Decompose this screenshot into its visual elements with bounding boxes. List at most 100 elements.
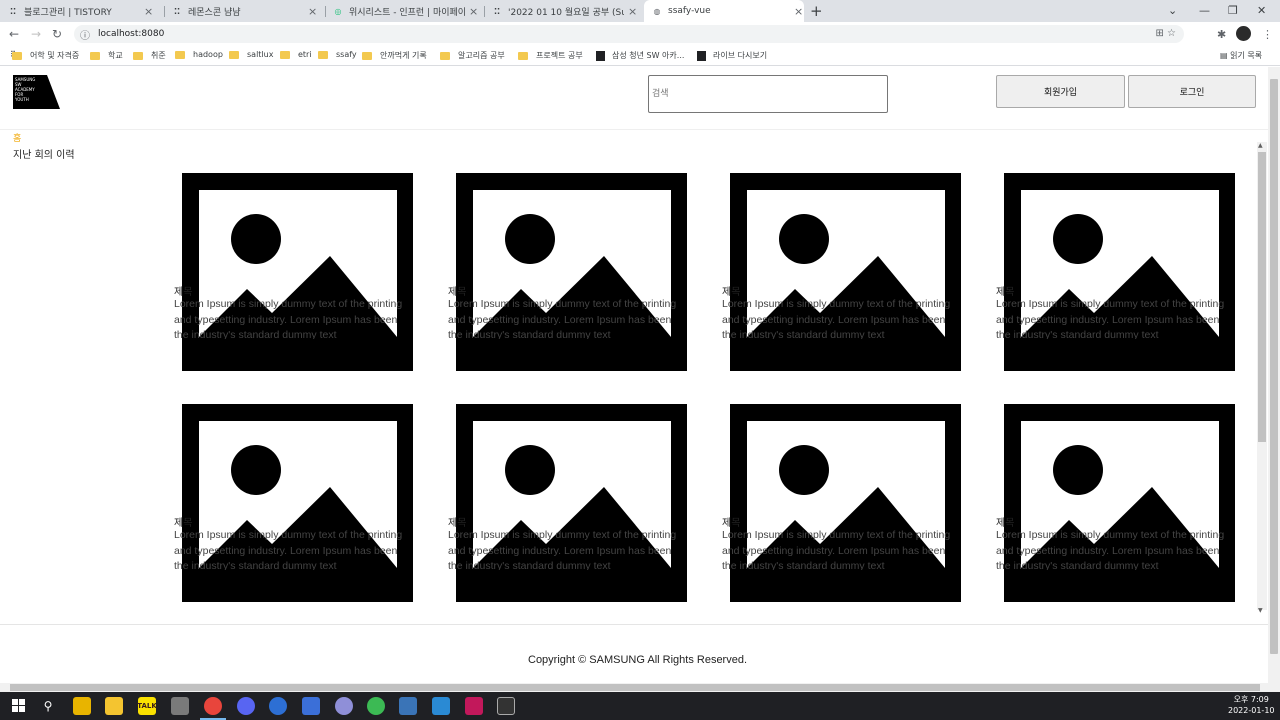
card-description: Lorem Ipsum is simply dummy text of the … xyxy=(722,529,951,570)
card-title: 제목 xyxy=(722,287,741,298)
folder-icon xyxy=(518,51,528,60)
header-divider xyxy=(0,129,1268,130)
bookmark-page[interactable]: 라이브 다시보기 xyxy=(697,50,767,61)
page-hscrollbar-thumb[interactable] xyxy=(10,684,1260,691)
reading-list[interactable]: ▤ 읽기 목록 xyxy=(1220,50,1262,61)
minimize-icon[interactable]: — xyxy=(1199,4,1210,17)
clock-date: 2022-01-10 xyxy=(1228,706,1275,715)
close-tab-icon[interactable]: × xyxy=(628,5,637,18)
meeting-card[interactable]: 제목 Lorem Ipsum is simply dummy text of t… xyxy=(722,404,961,602)
reload-icon[interactable]: ↻ xyxy=(52,27,62,41)
bookmark-star-icon[interactable]: ☆ xyxy=(1167,28,1176,39)
menu-icon[interactable]: ⋮ xyxy=(1262,28,1273,41)
list-scrollbar-thumb[interactable] xyxy=(1258,152,1266,442)
list-scrollbar[interactable]: ▲ ▼ xyxy=(1257,142,1267,614)
extensions-icon[interactable]: ✱ xyxy=(1217,28,1226,41)
back-icon[interactable]: ← xyxy=(9,27,19,41)
logo-text: YOUTH xyxy=(14,97,29,102)
meeting-card[interactable]: 제목 Lorem Ipsum is simply dummy text of t… xyxy=(174,173,413,371)
signup-button[interactable]: 회원가입 xyxy=(996,75,1125,108)
url-text[interactable]: localhost:8080 xyxy=(98,29,164,39)
app-icon[interactable] xyxy=(302,697,320,715)
bookmark-folder[interactable]: 안까먹게 기록 xyxy=(362,50,427,61)
bookmark-folder[interactable]: hadoop xyxy=(175,50,223,59)
app-icon[interactable] xyxy=(335,697,353,715)
new-tab-icon[interactable]: + xyxy=(810,2,823,20)
bookmark-folder[interactable]: saltlux xyxy=(229,50,273,59)
browser-tab[interactable]: ⁚⁚ 레몬스콘 냠냠 × xyxy=(172,0,325,22)
file-explorer-icon[interactable] xyxy=(105,697,123,715)
meeting-card[interactable]: 제목 Lorem Ipsum is simply dummy text of t… xyxy=(996,404,1235,602)
bookmark-folder[interactable]: ssafy xyxy=(318,50,357,59)
globe-icon: ◍ xyxy=(653,6,661,16)
discord-icon[interactable] xyxy=(237,697,255,715)
breadcrumb-home[interactable]: 홈 xyxy=(13,131,21,144)
card-description: Lorem Ipsum is simply dummy text of the … xyxy=(448,529,677,570)
meeting-card[interactable]: 제목 Lorem Ipsum is simply dummy text of t… xyxy=(996,173,1235,371)
intellij-icon[interactable] xyxy=(465,697,483,715)
folder-icon xyxy=(12,51,22,60)
meeting-card[interactable]: 제목 Lorem Ipsum is simply dummy text of t… xyxy=(448,404,687,602)
close-tab-icon[interactable]: × xyxy=(469,5,478,18)
browser-tab[interactable]: ⁚⁚ 블로그관리 | TISTORY × xyxy=(8,0,163,22)
folder-icon xyxy=(440,51,450,60)
windows-start-icon[interactable] xyxy=(12,699,25,712)
app-icon[interactable] xyxy=(269,697,287,715)
tab-search-icon[interactable]: ⌄ xyxy=(1168,4,1177,17)
navigation-bar: ← → ↻ ⓘ localhost:8080 ⊞ ☆ ✱ ⋮ xyxy=(0,22,1280,46)
app-icon[interactable] xyxy=(73,697,91,715)
image-placeholder-icon xyxy=(730,173,961,371)
inflearn-icon: ◎ xyxy=(334,6,342,16)
page-vertical-scrollbar[interactable] xyxy=(1268,67,1280,683)
kakaotalk-icon[interactable]: TALK xyxy=(137,697,157,715)
app-icon[interactable] xyxy=(399,697,417,715)
browser-tab-active[interactable]: ◍ ssafy-vue × xyxy=(644,0,804,22)
scroll-down-icon[interactable]: ▼ xyxy=(1258,607,1263,614)
system-clock[interactable]: 오후 7:09 2022-01-10 xyxy=(1228,694,1275,716)
browser-tab[interactable]: ◎ 위시리스트 - 인프런 | 마이페이지 × xyxy=(333,0,483,22)
app-icon[interactable] xyxy=(367,697,385,715)
bookmark-folder[interactable]: 프로젝트 공부 xyxy=(518,50,583,61)
close-window-icon[interactable]: ✕ xyxy=(1257,4,1266,17)
image-placeholder-icon xyxy=(182,404,413,602)
vscode-icon[interactable] xyxy=(432,697,450,715)
login-button[interactable]: 로그인 xyxy=(1128,75,1256,108)
page-horizontal-scrollbar[interactable] xyxy=(0,683,1280,692)
search-input[interactable] xyxy=(648,75,888,113)
profile-avatar[interactable] xyxy=(1236,26,1251,41)
meeting-card[interactable]: 제목 Lorem Ipsum is simply dummy text of t… xyxy=(722,173,961,371)
forward-icon[interactable]: → xyxy=(31,27,41,41)
image-placeholder-icon xyxy=(1004,404,1235,602)
card-description: Lorem Ipsum is simply dummy text of the … xyxy=(722,298,951,339)
restore-icon[interactable]: ❐ xyxy=(1228,4,1238,17)
folder-icon xyxy=(280,50,290,59)
meeting-card[interactable]: 제목 Lorem Ipsum is simply dummy text of t… xyxy=(174,404,413,602)
close-tab-icon[interactable]: × xyxy=(308,5,317,18)
scroll-up-icon[interactable]: ▲ xyxy=(1258,142,1263,149)
close-tab-icon[interactable]: × xyxy=(794,5,803,18)
terminal-icon[interactable] xyxy=(497,697,515,715)
bookmark-folder[interactable]: 취준 xyxy=(133,50,166,61)
tab-strip: ⁚⁚ 블로그관리 | TISTORY × ⁚⁚ 레몬스콘 냠냠 × ◎ 위시리스… xyxy=(0,0,1280,22)
search-icon[interactable]: ⚲ xyxy=(39,697,57,715)
tistory-icon: ⁚⁚ xyxy=(493,6,501,16)
ssafy-logo[interactable]: SAMSUNG SW ACADEMY FOR YOUTH xyxy=(13,75,60,109)
folder-icon xyxy=(133,51,143,60)
bookmark-folder[interactable]: 알고리즘 공부 xyxy=(440,50,505,61)
card-title: 제목 xyxy=(722,518,741,529)
close-tab-icon[interactable]: × xyxy=(144,5,153,18)
address-bar[interactable]: ⓘ localhost:8080 ⊞ ☆ xyxy=(74,25,1184,43)
bookmark-folder[interactable]: 학교 xyxy=(90,50,123,61)
page-scrollbar-thumb[interactable] xyxy=(1270,79,1278,654)
folder-icon xyxy=(229,50,239,59)
app-icon[interactable] xyxy=(171,697,189,715)
card-title: 제목 xyxy=(174,287,193,298)
bookmark-folder[interactable]: etri xyxy=(280,50,312,59)
chrome-icon[interactable] xyxy=(204,697,222,715)
meeting-card[interactable]: 제목 Lorem Ipsum is simply dummy text of t… xyxy=(448,173,687,371)
browser-tab[interactable]: ⁚⁚ '2022 01 10 월요일 공부 (Sub P × xyxy=(492,0,642,22)
bookmark-page[interactable]: 삼성 청년 SW 아카... xyxy=(596,50,684,61)
translate-icon[interactable]: ⊞ ☆ xyxy=(1155,28,1176,39)
site-info-icon[interactable]: ⓘ xyxy=(80,27,90,42)
bookmark-folder[interactable]: 어학 및 자격증 xyxy=(12,50,79,61)
